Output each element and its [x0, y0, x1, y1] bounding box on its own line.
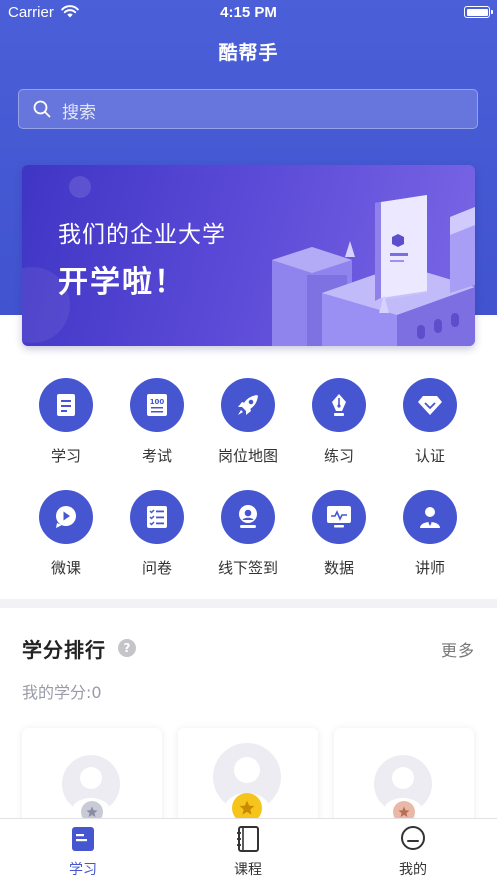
teacher-icon [403, 490, 457, 544]
menu-item-data[interactable]: 数据 [294, 490, 384, 578]
smile-icon [401, 826, 425, 850]
tab-label: 课程 [234, 862, 262, 878]
menu-item-practice[interactable]: 练习 [294, 378, 384, 466]
tab-label: 我的 [399, 862, 427, 878]
search-icon [33, 100, 51, 118]
section-divider [0, 599, 497, 608]
menu-label: 数据 [323, 559, 354, 577]
tab-bar: 学习 课程 我的 [0, 818, 497, 883]
menu-label: 讲师 [414, 559, 445, 577]
menu-label: 练习 [323, 447, 354, 465]
menu-item-offline-checkin[interactable]: 线下签到 [203, 490, 293, 578]
tab-profile[interactable]: 我的 [353, 825, 473, 879]
more-link[interactable]: 更多 [441, 637, 475, 661]
search-input[interactable]: 搜索 [18, 89, 478, 129]
menu-label: 微课 [50, 559, 81, 577]
checklist-icon [130, 490, 184, 544]
menu-item-study[interactable]: 学习 [21, 378, 111, 466]
menu-label: 线下签到 [217, 559, 278, 577]
document-icon [39, 378, 93, 432]
banner-headline: 我们的企业大学 [58, 222, 226, 248]
menu-label: 问卷 [141, 559, 172, 577]
menu-label: 考试 [141, 447, 172, 465]
svg-text:100: 100 [150, 398, 165, 406]
help-icon[interactable]: ? [118, 639, 136, 657]
page-title: 酷帮手 [218, 42, 279, 64]
pen-icon [312, 378, 366, 432]
menu-item-lecturer[interactable]: 讲师 [385, 490, 475, 578]
rocket-icon [221, 378, 275, 432]
menu-item-micro-course[interactable]: 微课 [21, 490, 111, 578]
location-user-icon [221, 490, 275, 544]
promo-banner[interactable]: 我们的企业大学 开学啦！ [22, 165, 475, 346]
tab-study[interactable]: 学习 [23, 825, 143, 879]
menu-label: 岗位地图 [217, 447, 278, 465]
exam-icon: 100 [130, 378, 184, 432]
banner-illustration [22, 176, 475, 346]
menu-item-survey[interactable]: 问卷 [112, 490, 202, 578]
section-title: 学分排行 [22, 638, 106, 662]
menu-item-certification[interactable]: 认证 [385, 378, 475, 466]
menu-item-job-map[interactable]: 岗位地图 [203, 378, 293, 466]
tab-label: 学习 [69, 862, 97, 878]
menu-label: 学习 [50, 447, 81, 465]
status-bar: Carrier 4:15 PM [0, 0, 497, 26]
book-icon [72, 827, 94, 851]
banner-subheadline: 开学啦！ [58, 265, 186, 300]
monitor-icon [312, 490, 366, 544]
notebook-icon [237, 826, 259, 852]
battery-icon [464, 6, 493, 18]
search-placeholder: 搜索 [62, 103, 96, 123]
play-bubble-icon [39, 490, 93, 544]
menu-label: 认证 [414, 447, 445, 465]
diamond-icon [403, 378, 457, 432]
clock: 4:15 PM [220, 4, 277, 21]
my-credits: 我的学分:0 [22, 683, 102, 702]
tab-courses[interactable]: 课程 [188, 825, 308, 879]
menu-item-exam[interactable]: 100 考试 [112, 378, 202, 466]
